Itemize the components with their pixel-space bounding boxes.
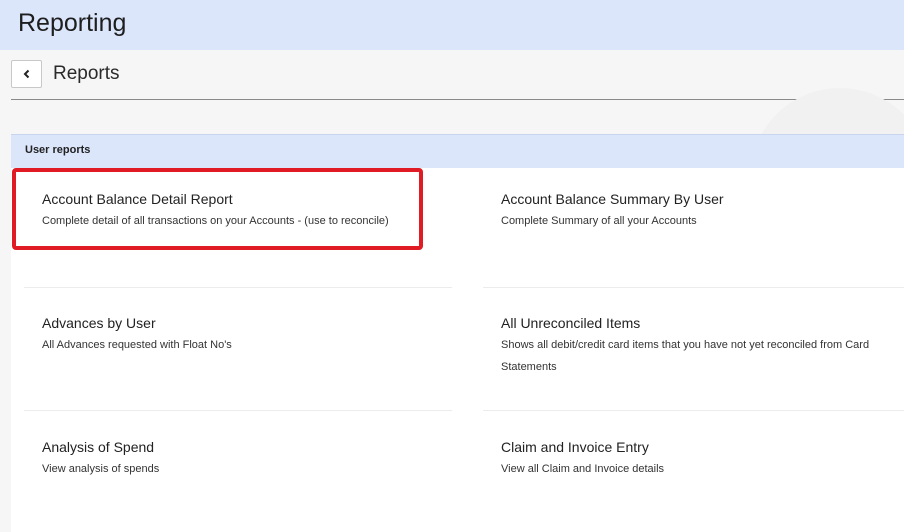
report-title: Analysis of Spend	[42, 439, 155, 455]
report-title: Claim and Invoice Entry	[501, 439, 649, 455]
report-description: All Advances requested with Float No's	[42, 339, 232, 351]
section-header: User reports	[11, 134, 904, 168]
report-description: Shows all debit/credit card items that y…	[501, 339, 870, 373]
app-title: Reporting	[18, 9, 127, 37]
report-card-analysis-of-spend[interactable]: Analysis of Spend View analysis of spend…	[24, 416, 452, 526]
report-title: All Unreconciled Items	[501, 315, 641, 331]
row-separator	[24, 287, 452, 288]
report-description: Complete Summary of all your Accounts	[501, 215, 697, 227]
section-label: User reports	[25, 144, 91, 156]
report-card-claim-and-invoice-entry[interactable]: Claim and Invoice Entry View all Claim a…	[483, 416, 904, 526]
report-card-account-balance-summary[interactable]: Account Balance Summary By User Complete…	[483, 168, 904, 278]
report-description: View all Claim and Invoice details	[501, 463, 665, 475]
chevron-left-icon	[23, 69, 29, 79]
back-button[interactable]	[11, 60, 42, 88]
report-title: Account Balance Summary By User	[501, 191, 724, 207]
row-separator	[483, 287, 904, 288]
header-divider	[11, 99, 904, 100]
highlight-annotation-box	[12, 168, 423, 250]
report-description: View analysis of spends	[42, 463, 160, 475]
report-card-all-unreconciled-items[interactable]: All Unreconciled Items Shows all debit/c…	[483, 292, 904, 402]
report-title: Advances by User	[42, 315, 156, 331]
report-card-advances-by-user[interactable]: Advances by User All Advances requested …	[24, 292, 452, 402]
app-header: Reporting	[0, 0, 904, 50]
page-title: Reports	[53, 63, 120, 84]
row-separator	[483, 410, 904, 411]
row-separator	[24, 410, 452, 411]
sub-header: Reports	[0, 50, 904, 100]
